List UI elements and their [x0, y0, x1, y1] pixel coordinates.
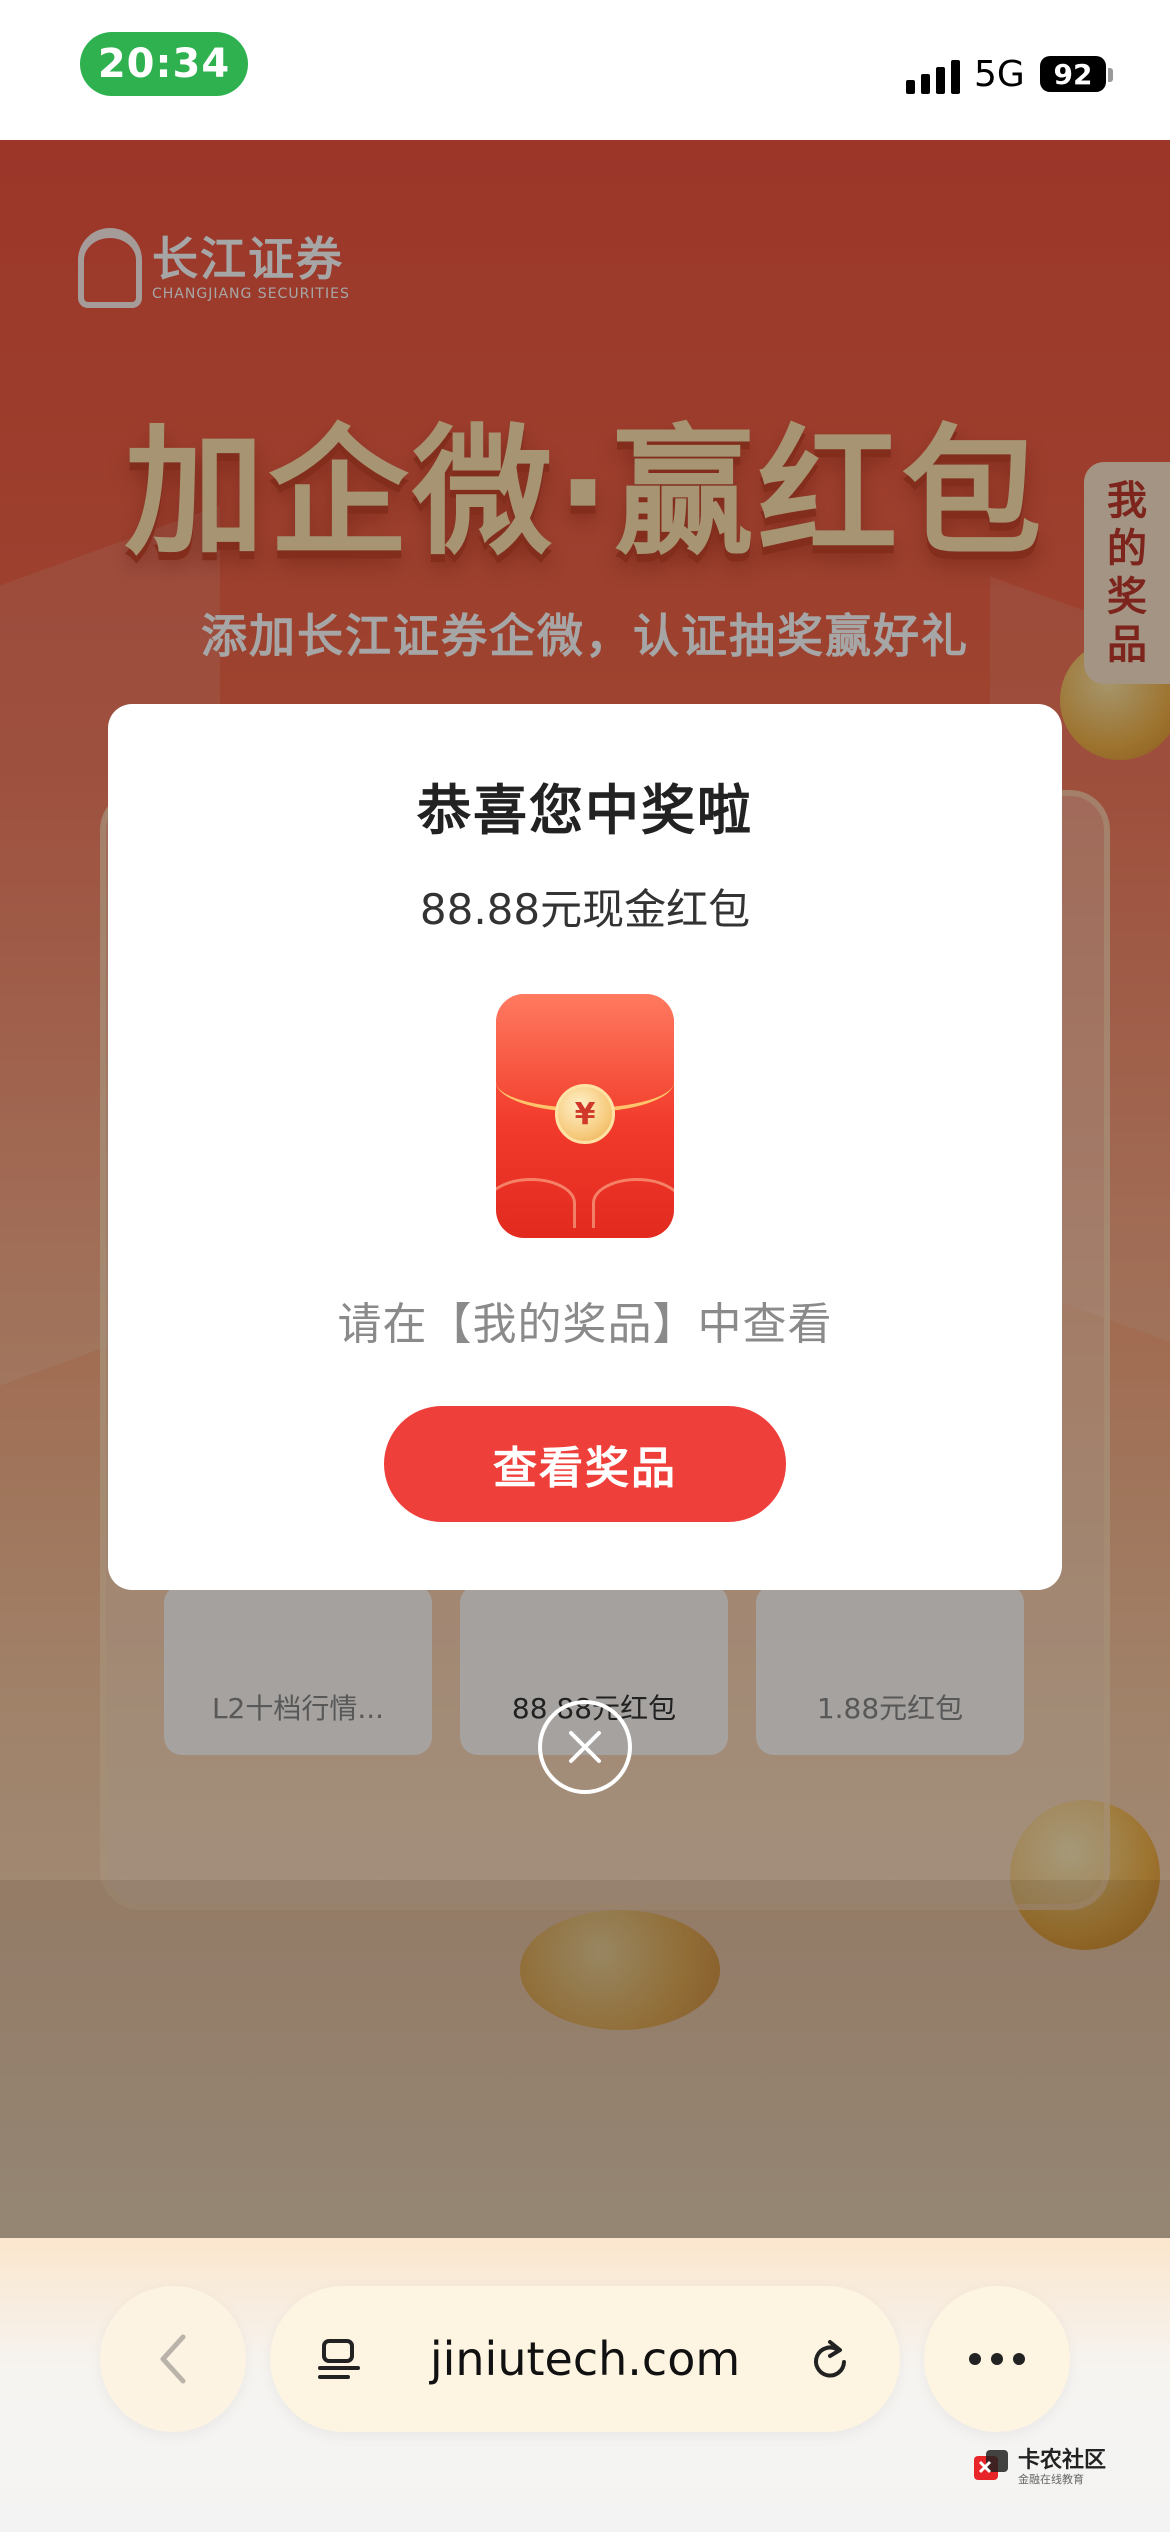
watermark: 卡农社区 金融在线教育 [972, 2448, 1106, 2488]
overlay-shade [0, 1880, 1170, 2240]
watermark-subtext: 金融在线教育 [1018, 2473, 1084, 2486]
screen: 20:34 5G 92 长江证券 CHANGJIANG SECURITIES 加… [0, 0, 1170, 2532]
close-icon[interactable] [538, 1700, 632, 1794]
prize-amount: 88.88元现金红包 [419, 885, 751, 934]
view-prize-button[interactable]: 查看奖品 [384, 1406, 786, 1522]
back-button[interactable] [100, 2286, 246, 2432]
wave-decoration [592, 1178, 674, 1228]
watermark-text: 卡农社区 [1018, 2448, 1107, 2473]
watermark-logo-icon [972, 2448, 1012, 2488]
red-envelope-icon: ¥ [496, 994, 674, 1238]
signal-icon [906, 54, 962, 94]
status-bar: 20:34 5G 92 [0, 0, 1170, 140]
browser-toolbar: jiniutech.com 卡农社区 金融在线教育 [0, 2238, 1170, 2532]
more-icon[interactable] [924, 2286, 1070, 2432]
address-bar[interactable]: jiniutech.com [270, 2286, 900, 2432]
network-type: 5G [974, 54, 1025, 95]
url-text[interactable]: jiniutech.com [370, 2286, 800, 2432]
chevron-left-icon [160, 2334, 186, 2384]
modal-hint: 请在【我的奖品】中查看 [337, 1299, 833, 1350]
status-time: 20:34 [80, 32, 248, 96]
battery-icon: 92 [1040, 56, 1106, 92]
reader-icon[interactable] [318, 2338, 360, 2380]
wave-decoration [496, 1178, 576, 1228]
close-icon-glyph [569, 1731, 601, 1763]
yuan-seal-icon: ¥ [555, 1084, 615, 1144]
prize-modal: 恭喜您中奖啦 88.88元现金红包 ¥ 请在【我的奖品】中查看 查看奖品 [108, 704, 1062, 1590]
modal-title: 恭喜您中奖啦 [417, 779, 753, 842]
battery-tip [1108, 68, 1113, 82]
reload-icon[interactable] [806, 2336, 854, 2384]
